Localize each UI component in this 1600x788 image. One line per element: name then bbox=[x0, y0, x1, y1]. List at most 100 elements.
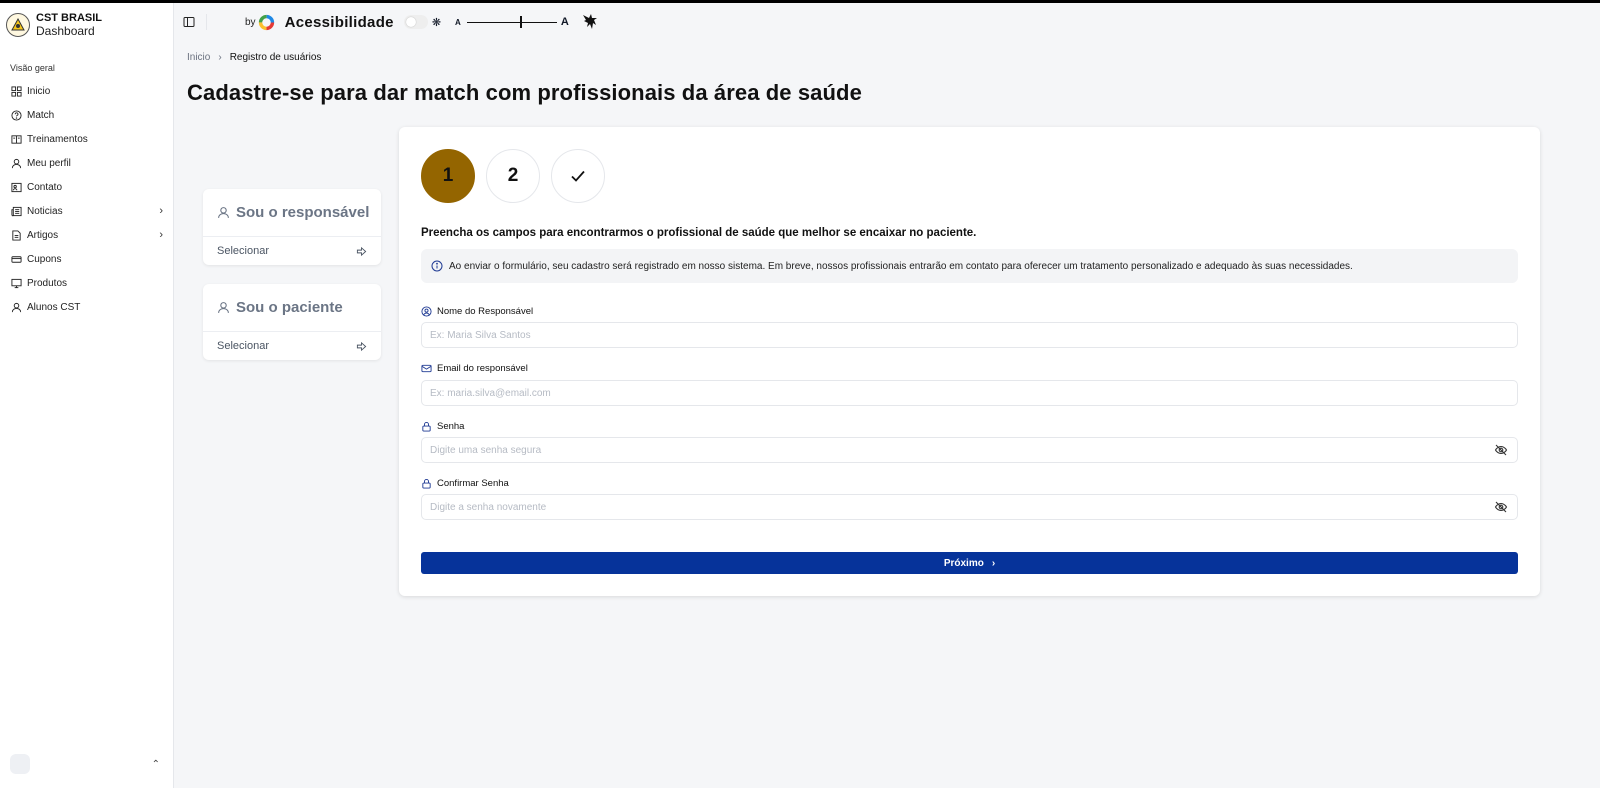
font-small-label: A bbox=[455, 17, 461, 27]
sidebar-item-inicio[interactable]: Inicio bbox=[0, 79, 173, 103]
responsible-name-input[interactable] bbox=[421, 322, 1518, 348]
select-label: Selecionar bbox=[217, 245, 269, 257]
sidebar: CST BRASIL Dashboard Visão geral Inicio … bbox=[0, 3, 174, 788]
file-text-icon bbox=[10, 229, 22, 241]
breadcrumb-separator-icon: › bbox=[218, 52, 222, 63]
sidebar-item-label: Produtos bbox=[27, 277, 68, 289]
arrow-right-icon bbox=[356, 246, 367, 256]
info-banner: Ao enviar o formulário, seu cadastro ser… bbox=[421, 249, 1518, 283]
step-done[interactable] bbox=[551, 149, 605, 203]
name-field-label: Nome do Responsável bbox=[421, 306, 533, 317]
step-1[interactable]: 1 bbox=[421, 149, 475, 203]
choice-title: Sou o paciente bbox=[236, 299, 343, 316]
accessibility-title: Acessibilidade bbox=[284, 13, 394, 31]
user-icon bbox=[218, 207, 229, 218]
chevron-right-icon: › bbox=[159, 229, 163, 241]
sidebar-item-label: Noticias bbox=[27, 205, 63, 217]
choice-title: Sou o responsável bbox=[236, 204, 370, 221]
book-open-icon bbox=[10, 133, 22, 145]
confirm-password-field-label: Confirmar Senha bbox=[421, 478, 509, 489]
page-title: Cadastre-se para dar match com profissio… bbox=[187, 80, 862, 105]
slider-thumb[interactable] bbox=[519, 16, 522, 28]
contact-icon bbox=[10, 181, 22, 193]
sidebar-item-label: Treinamentos bbox=[27, 133, 88, 145]
confirm-password-input[interactable] bbox=[421, 494, 1518, 520]
sidebar-toggle-icon[interactable] bbox=[182, 15, 196, 29]
password-field-label: Senha bbox=[421, 421, 464, 432]
grid-icon bbox=[10, 85, 22, 97]
sidebar-item-label: Cupons bbox=[27, 253, 62, 265]
sidebar-item-contato[interactable]: Contato bbox=[0, 175, 173, 199]
stepper: 1 2 bbox=[421, 149, 605, 203]
registration-form-card: 1 2 Preencha os campos para encontrarmos… bbox=[399, 127, 1540, 596]
select-button[interactable]: Selecionar bbox=[203, 237, 381, 265]
lock-icon bbox=[422, 479, 431, 489]
sidebar-item-meu-perfil[interactable]: Meu perfil bbox=[0, 151, 173, 175]
mail-icon bbox=[421, 364, 432, 373]
font-size-slider[interactable] bbox=[466, 16, 557, 28]
sidebar-item-treinamentos[interactable]: Treinamentos bbox=[0, 127, 173, 151]
sidebar-item-noticias[interactable]: Noticias › bbox=[0, 199, 173, 223]
topbar: by Acessibilidade ❋ A A bbox=[174, 3, 1600, 41]
brand-subtitle: Dashboard bbox=[36, 24, 95, 38]
sidebar-item-label: Artigos bbox=[27, 229, 59, 241]
email-field-label: Email do responsável bbox=[421, 363, 528, 374]
info-icon bbox=[431, 260, 443, 272]
breadcrumb-home[interactable]: Inicio bbox=[187, 52, 210, 63]
breadcrumb: Inicio › Registro de usuários bbox=[187, 52, 321, 63]
sidebar-item-alunos-cst[interactable]: Alunos CST bbox=[0, 295, 173, 319]
sidebar-item-cupons[interactable]: Cupons bbox=[0, 247, 173, 271]
user-menu[interactable]: ⌃ bbox=[10, 754, 160, 774]
sun-icon: ❋ bbox=[431, 16, 442, 29]
eye-off-icon[interactable] bbox=[1494, 500, 1508, 514]
contrast-toggle[interactable] bbox=[403, 15, 428, 29]
responsible-email-input[interactable] bbox=[421, 380, 1518, 406]
next-button[interactable]: Próximo › bbox=[421, 552, 1518, 574]
user-icon bbox=[10, 301, 22, 313]
avatar bbox=[10, 754, 30, 774]
check-icon bbox=[571, 170, 585, 182]
field-label-text: Senha bbox=[437, 421, 465, 432]
by-label: by bbox=[245, 16, 256, 28]
chevron-up-down-icon: ⌃ bbox=[151, 758, 160, 770]
chevron-right-icon: › bbox=[159, 205, 163, 217]
user-icon bbox=[218, 302, 229, 313]
monitor-icon bbox=[10, 277, 22, 289]
ticket-icon bbox=[10, 253, 22, 265]
field-label-text: Confirmar Senha bbox=[437, 478, 509, 489]
form-description: Preencha os campos para encontrarmos o p… bbox=[421, 227, 977, 239]
choice-card-responsavel[interactable]: Sou o responsável Selecionar bbox=[203, 189, 381, 265]
color-ring-logo-icon bbox=[258, 14, 274, 30]
help-circle-icon bbox=[10, 109, 22, 121]
step-2[interactable]: 2 bbox=[486, 149, 540, 203]
eye-off-icon[interactable] bbox=[1494, 443, 1508, 457]
breadcrumb-current: Registro de usuários bbox=[229, 52, 322, 63]
sidebar-item-label: Meu perfil bbox=[27, 157, 71, 169]
select-button[interactable]: Selecionar bbox=[203, 332, 381, 360]
sidebar-item-label: Alunos CST bbox=[27, 301, 81, 313]
info-text: Ao enviar o formulário, seu cadastro ser… bbox=[449, 260, 1353, 272]
sidebar-item-label: Inicio bbox=[27, 85, 51, 97]
field-label-text: Nome do Responsável bbox=[437, 306, 534, 317]
chevron-right-icon: › bbox=[991, 557, 996, 569]
newspaper-icon bbox=[10, 205, 22, 217]
sidebar-item-label: Match bbox=[27, 109, 55, 121]
choice-card-paciente[interactable]: Sou o paciente Selecionar bbox=[203, 284, 381, 360]
sidebar-item-produtos[interactable]: Produtos bbox=[0, 271, 173, 295]
font-large-label: A bbox=[560, 16, 569, 28]
sidebar-item-label: Contato bbox=[27, 181, 63, 193]
divider bbox=[206, 14, 207, 30]
sign-language-icon[interactable] bbox=[579, 12, 599, 32]
sidebar-item-artigos[interactable]: Artigos › bbox=[0, 223, 173, 247]
field-label-text: Email do responsável bbox=[437, 363, 528, 374]
next-button-label: Próximo bbox=[943, 557, 984, 569]
arrow-right-icon bbox=[356, 341, 367, 351]
password-input[interactable] bbox=[421, 437, 1518, 463]
sidebar-section-title: Visão geral bbox=[10, 63, 55, 73]
select-label: Selecionar bbox=[217, 340, 269, 352]
brand[interactable]: CST BRASIL Dashboard bbox=[0, 3, 173, 47]
cst-logo-icon bbox=[6, 13, 30, 37]
user-icon bbox=[10, 157, 22, 169]
lock-icon bbox=[422, 422, 431, 432]
sidebar-item-match[interactable]: Match bbox=[0, 103, 173, 127]
